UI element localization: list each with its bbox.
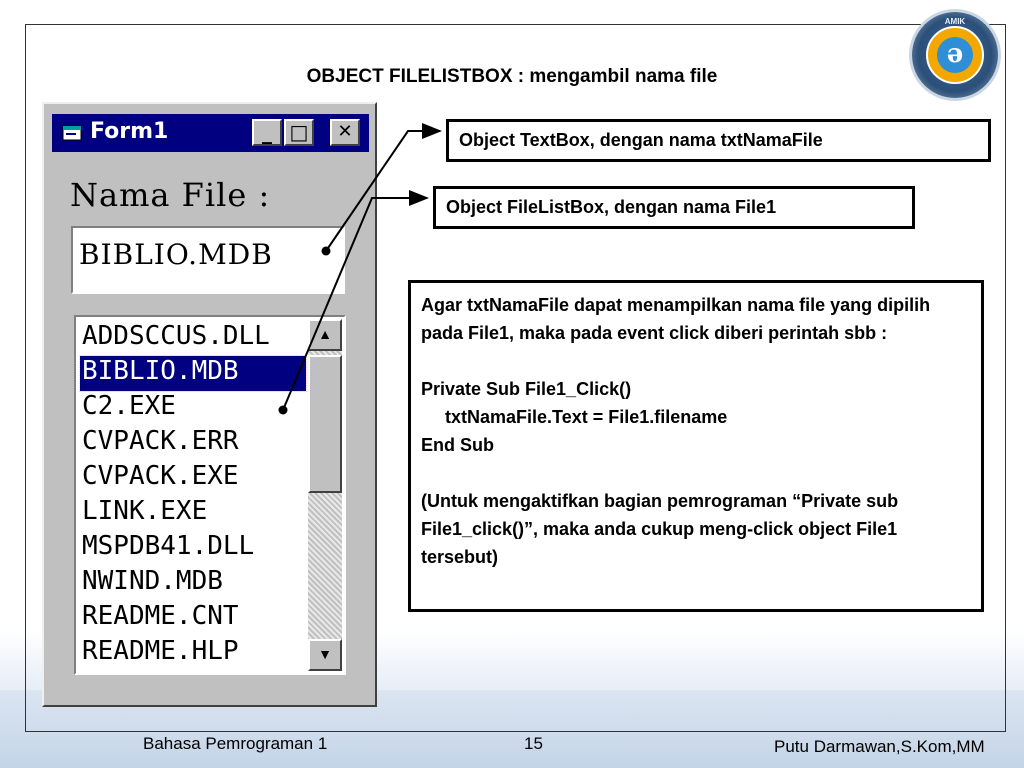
nama-file-label: Nama File : — [70, 176, 271, 214]
file-list-item[interactable]: ADDSCCUS.DLL — [80, 321, 306, 356]
file-list-item[interactable]: CVPACK.EXE — [80, 461, 306, 496]
txtnamafile-textbox[interactable]: BIBLIO.MDB — [71, 226, 345, 294]
form-titlebar[interactable]: Form1 _ □ ✕ — [52, 114, 369, 152]
footer-page-number: 15 — [524, 734, 543, 753]
form1-window[interactable]: Form1 _ □ ✕ Nama File : BIBLIO.MDB ADDSC… — [42, 102, 377, 707]
file-list-item[interactable]: README.CNT — [80, 601, 306, 636]
code-line-3: End Sub — [421, 435, 494, 455]
vertical-scrollbar[interactable]: ▲ ▼ — [308, 319, 342, 671]
textbox-value: BIBLIO.MDB — [79, 238, 273, 271]
footer-author: Putu Darmawan,S.Kom,MM — [774, 737, 985, 756]
footer-course: Bahasa Pemrograman 1 — [143, 734, 328, 753]
file-list-item[interactable]: BIBLIO.MDB — [79, 355, 307, 392]
scroll-thumb[interactable] — [308, 355, 342, 493]
form-window-icon — [62, 125, 82, 141]
scroll-down-button[interactable]: ▼ — [308, 639, 342, 671]
file-list-item[interactable]: MSPDB41.DLL — [80, 531, 306, 566]
close-button[interactable]: ✕ — [330, 119, 360, 146]
slide-title: OBJECT FILELISTBOX : mengambil nama file — [306, 66, 718, 87]
scroll-up-button[interactable]: ▲ — [308, 319, 342, 351]
file-list-item[interactable]: README.HLP — [80, 636, 306, 671]
filelist-callout: Object FileListBox, dengan nama File1 — [433, 186, 915, 229]
file-list-item[interactable]: LINK.EXE — [80, 496, 306, 531]
code-line-2: txtNamaFile.Text = File1.filename — [445, 407, 728, 427]
file-list-item[interactable]: CVPACK.ERR — [80, 426, 306, 461]
minimize-button[interactable]: _ — [252, 119, 282, 146]
file1-filelistbox[interactable]: ADDSCCUS.DLL BIBLIO.MDB C2.EXE CVPACK.ERR CV… — [74, 315, 346, 675]
file-list-item[interactable]: NWIND.MDB — [80, 566, 306, 601]
file-list: ADDSCCUS.DLL BIBLIO.MDB C2.EXE CVPACK.ERR CV… — [79, 321, 307, 671]
form-title: Form1 — [90, 119, 169, 144]
file-list-item[interactable]: C2.EXE — [80, 391, 306, 426]
description-note: (Untuk mengaktifkan bagian pemrograman “… — [421, 491, 899, 567]
code-line-1: Private Sub File1_Click() — [421, 379, 632, 399]
description-intro: Agar txtNamaFile dapat menampilkan nama … — [421, 295, 931, 343]
description-box: Agar txtNamaFile dapat menampilkan nama … — [408, 280, 984, 612]
logo-text: AMIK — [944, 17, 966, 26]
textbox-callout: Object TextBox, dengan nama txtNamaFile — [446, 119, 991, 162]
maximize-button[interactable]: □ — [284, 119, 314, 146]
